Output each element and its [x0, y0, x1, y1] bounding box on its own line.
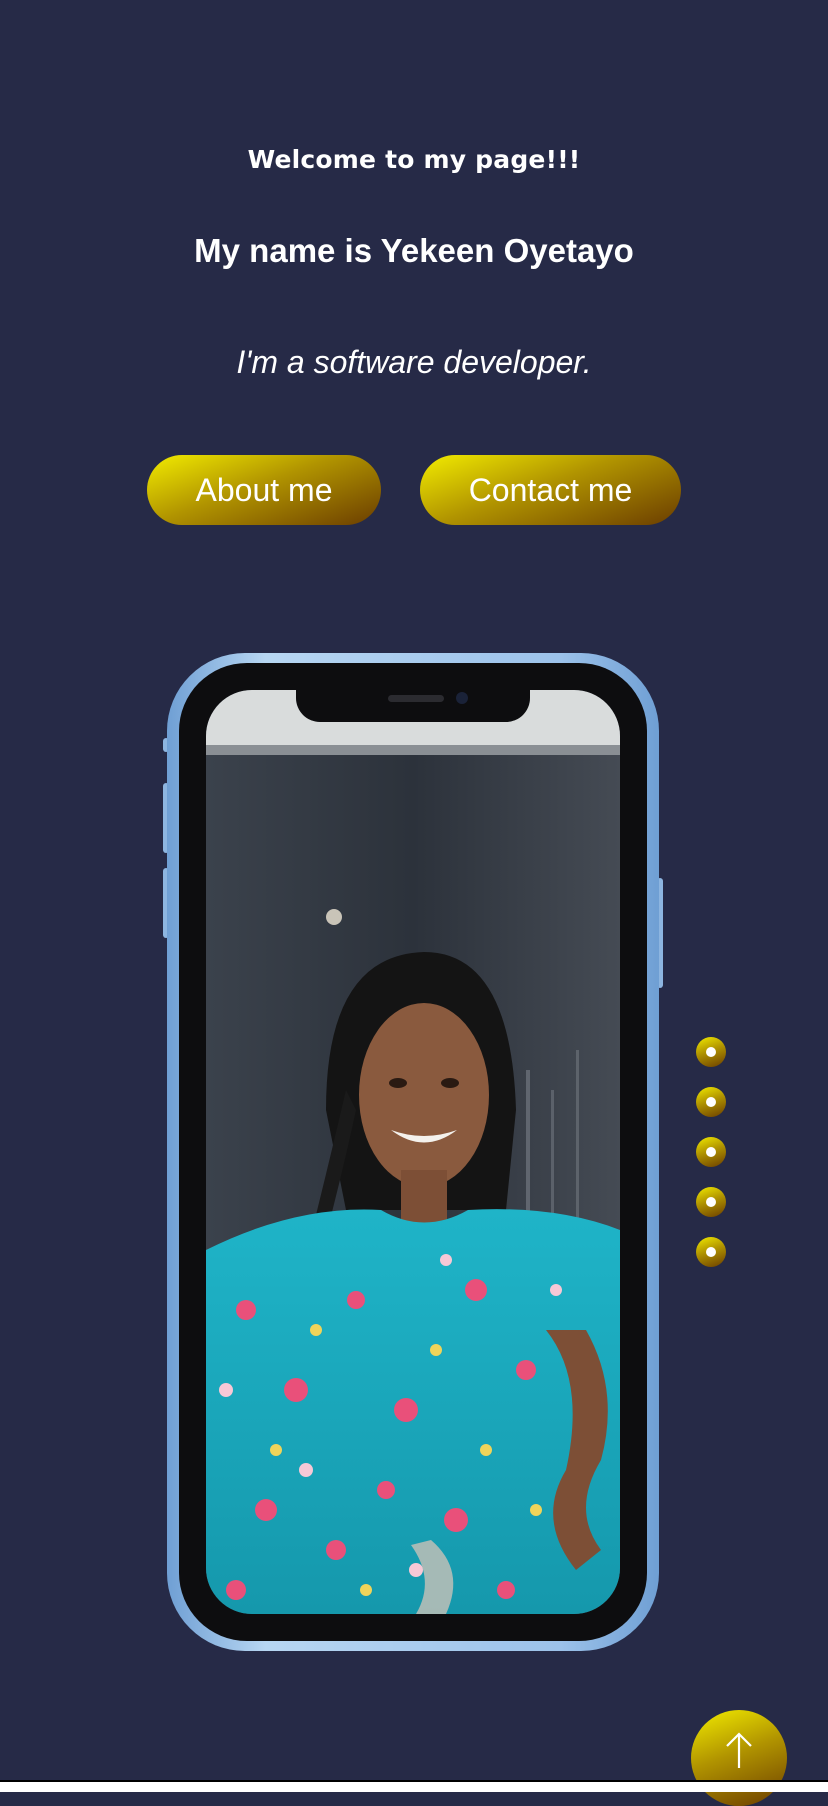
arrow-up-icon — [726, 1732, 752, 1768]
welcome-heading: Welcome to my page!!! — [247, 145, 581, 174]
phone-bezel — [179, 663, 647, 1641]
phone-camera — [456, 692, 468, 704]
about-me-button[interactable]: About me — [147, 455, 381, 525]
role-subtitle: I'm a software developer. — [236, 344, 592, 380]
phone-frame — [167, 653, 659, 1651]
profile-photo — [206, 690, 620, 1614]
bottom-edge — [0, 1780, 828, 1792]
pagination-dot-2[interactable] — [696, 1087, 726, 1117]
name-heading: My name is Yekeen Oyetayo — [194, 232, 634, 269]
pagination-dot-5[interactable] — [696, 1237, 726, 1267]
pagination-dot-1[interactable] — [696, 1037, 726, 1067]
portrait-photo — [206, 690, 620, 1614]
pagination-dot-3[interactable] — [696, 1137, 726, 1167]
phone-notch — [296, 690, 530, 722]
phone-mockup — [163, 653, 663, 1651]
phone-speaker — [388, 695, 444, 702]
contact-me-button[interactable]: Contact me — [420, 455, 681, 525]
pagination-dot-4[interactable] — [696, 1187, 726, 1217]
